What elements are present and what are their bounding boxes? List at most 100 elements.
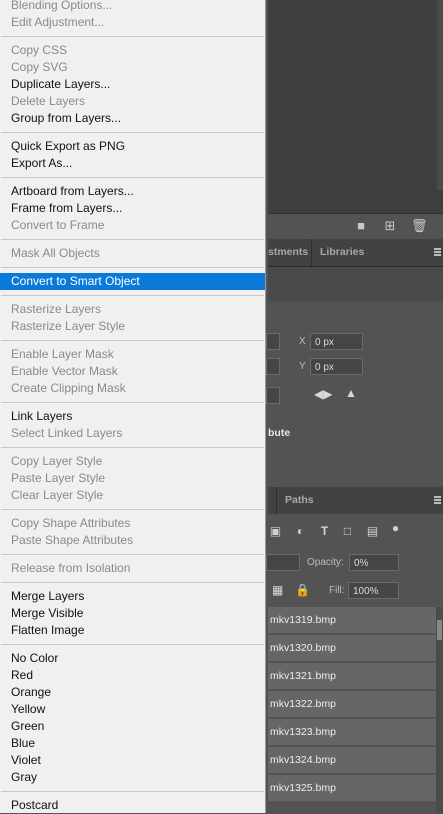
menu-item-mask-all-objects[interactable]: Mask All Objects bbox=[0, 245, 265, 262]
menu-item-color-orange[interactable]: Orange bbox=[0, 684, 265, 701]
menu-item-delete-layers[interactable]: Delete Layers bbox=[0, 93, 265, 110]
properties-header bbox=[268, 267, 443, 301]
menu-item-clear-layer-style[interactable]: Clear Layer Style bbox=[0, 487, 265, 504]
layer-row[interactable]: mkv1320.bmp bbox=[268, 635, 436, 662]
menu-item-release-from-isolation[interactable]: Release from Isolation bbox=[0, 560, 265, 577]
blend-mode-dropdown[interactable] bbox=[266, 554, 300, 571]
menu-separator bbox=[1, 267, 264, 268]
menu-item-blending-options[interactable]: Blending Options... bbox=[0, 0, 265, 14]
menu-separator bbox=[1, 295, 264, 296]
menu-item-enable-layer-mask[interactable]: Enable Layer Mask bbox=[0, 346, 265, 363]
reference-dropdown[interactable] bbox=[266, 387, 280, 404]
opacity-label: Opacity: bbox=[307, 557, 344, 568]
menu-item-merge-visible[interactable]: Merge Visible bbox=[0, 605, 265, 622]
menu-item-paste-layer-style[interactable]: Paste Layer Style bbox=[0, 470, 265, 487]
folder-icon[interactable]: ■ bbox=[354, 219, 368, 233]
menu-item-color-gray[interactable]: Gray bbox=[0, 769, 265, 786]
shape-filter-icon[interactable]: □ bbox=[341, 525, 354, 538]
menu-item-select-linked-layers[interactable]: Select Linked Layers bbox=[0, 425, 265, 442]
layers-toolbar: ▣ ◐ T □ ▤ ● Opacity: 0% ▦ 🔒 Fill: 100% bbox=[266, 514, 443, 607]
menu-item-color-none[interactable]: No Color bbox=[0, 650, 265, 667]
tab-libraries[interactable]: Libraries bbox=[311, 239, 372, 266]
menu-item-color-blue[interactable]: Blue bbox=[0, 735, 265, 752]
smart-object-filter-icon[interactable]: ▤ bbox=[366, 525, 379, 538]
opacity-field[interactable]: 0% bbox=[349, 554, 399, 571]
flip-vertical-icon[interactable]: ▲ bbox=[345, 386, 357, 400]
image-filter-icon[interactable]: ▣ bbox=[269, 525, 282, 538]
menu-separator bbox=[1, 447, 264, 448]
layer-row[interactable]: mkv1325.bmp bbox=[268, 775, 436, 802]
y-label: Y bbox=[299, 361, 306, 372]
layers-panel-menu-icon[interactable] bbox=[434, 496, 441, 504]
layer-row[interactable]: mkv1323.bmp bbox=[268, 719, 436, 746]
fill-label: Fill: bbox=[329, 585, 345, 596]
lock-artboard-icon[interactable]: ▦ bbox=[272, 583, 283, 597]
menu-item-rasterize-layers[interactable]: Rasterize Layers bbox=[0, 301, 265, 318]
menu-item-create-clipping-mask[interactable]: Create Clipping Mask bbox=[0, 380, 265, 397]
adjustment-filter-icon[interactable]: ◐ bbox=[294, 525, 307, 538]
menu-item-copy-shape-attributes[interactable]: Copy Shape Attributes bbox=[0, 515, 265, 532]
menu-separator bbox=[1, 36, 264, 37]
layer-row[interactable]: mkv1322.bmp bbox=[268, 691, 436, 718]
menu-separator bbox=[1, 132, 264, 133]
panel-bottom-toolbar: ■ ⊞ 🗑 bbox=[268, 213, 443, 240]
filter-toggle-icon[interactable]: ● bbox=[389, 522, 402, 535]
menu-separator bbox=[1, 791, 264, 792]
menu-separator bbox=[1, 509, 264, 510]
menu-item-convert-to-frame[interactable]: Convert to Frame bbox=[0, 217, 265, 234]
trash-icon[interactable]: 🗑 bbox=[411, 219, 428, 233]
menu-separator bbox=[1, 340, 264, 341]
menu-item-color-green[interactable]: Green bbox=[0, 718, 265, 735]
menu-separator bbox=[1, 554, 264, 555]
menu-item-copy-layer-style[interactable]: Copy Layer Style bbox=[0, 453, 265, 470]
menu-item-artboard-from-layers[interactable]: Artboard from Layers... bbox=[0, 183, 265, 200]
layer-row[interactable]: mkv1324.bmp bbox=[268, 747, 436, 774]
y-position-field[interactable]: 0 px bbox=[310, 358, 363, 375]
lock-all-icon[interactable]: 🔒 bbox=[295, 583, 310, 597]
layer-context-menu: Blending Options... Edit Adjustment... C… bbox=[0, 0, 266, 813]
menu-item-merge-layers[interactable]: Merge Layers bbox=[0, 588, 265, 605]
properties-panel: X 0 px Y 0 px ◀▶ ▲ bute bbox=[266, 267, 443, 485]
x-label: X bbox=[299, 336, 306, 347]
height-field[interactable] bbox=[266, 358, 280, 375]
menu-item-copy-svg[interactable]: Copy SVG bbox=[0, 59, 265, 76]
menu-item-quick-export-png[interactable]: Quick Export as PNG bbox=[0, 138, 265, 155]
layers-scroll-thumb[interactable] bbox=[437, 620, 442, 640]
flip-horizontal-icon[interactable]: ◀▶ bbox=[314, 387, 332, 401]
menu-separator bbox=[1, 402, 264, 403]
menu-separator bbox=[1, 644, 264, 645]
menu-item-edit-adjustment[interactable]: Edit Adjustment... bbox=[0, 14, 265, 31]
menu-item-duplicate-layers[interactable]: Duplicate Layers... bbox=[0, 76, 265, 93]
fill-field[interactable]: 100% bbox=[348, 582, 399, 599]
menu-item-convert-to-smart-object[interactable]: Convert to Smart Object bbox=[0, 273, 265, 290]
menu-item-color-violet[interactable]: Violet bbox=[0, 752, 265, 769]
layer-row[interactable]: mkv1321.bmp bbox=[268, 663, 436, 690]
menu-item-color-red[interactable]: Red bbox=[0, 667, 265, 684]
menu-item-frame-from-layers[interactable]: Frame from Layers... bbox=[0, 200, 265, 217]
menu-item-export-as[interactable]: Export As... bbox=[0, 155, 265, 172]
document-canvas-area bbox=[268, 0, 443, 213]
x-position-field[interactable]: 0 px bbox=[310, 333, 363, 350]
menu-item-rasterize-layer-style[interactable]: Rasterize Layer Style bbox=[0, 318, 265, 335]
menu-item-paste-shape-attributes[interactable]: Paste Shape Attributes bbox=[0, 532, 265, 549]
menu-item-postcard[interactable]: Postcard bbox=[0, 797, 265, 814]
menu-item-flatten-image[interactable]: Flatten Image bbox=[0, 622, 265, 639]
menu-separator bbox=[1, 177, 264, 178]
properties-tabbar: stments Libraries bbox=[268, 239, 443, 267]
panel-menu-icon[interactable] bbox=[434, 248, 441, 256]
attribute-heading: bute bbox=[268, 427, 291, 439]
menu-item-enable-vector-mask[interactable]: Enable Vector Mask bbox=[0, 363, 265, 380]
layer-row[interactable]: mkv1319.bmp bbox=[268, 607, 436, 634]
tab-paths[interactable]: Paths bbox=[276, 487, 322, 514]
menu-separator bbox=[1, 239, 264, 240]
tab-adjustments[interactable]: stments bbox=[260, 239, 316, 266]
new-item-icon[interactable]: ⊞ bbox=[383, 219, 397, 233]
menu-item-link-layers[interactable]: Link Layers bbox=[0, 408, 265, 425]
menu-item-group-from-layers[interactable]: Group from Layers... bbox=[0, 110, 265, 127]
menu-item-color-yellow[interactable]: Yellow bbox=[0, 701, 265, 718]
type-filter-icon[interactable]: T bbox=[318, 525, 331, 538]
width-field[interactable] bbox=[266, 333, 280, 350]
menu-item-copy-css[interactable]: Copy CSS bbox=[0, 42, 265, 59]
canvas-scrollbar[interactable] bbox=[437, 0, 443, 190]
layers-tabbar: Paths bbox=[268, 487, 443, 515]
